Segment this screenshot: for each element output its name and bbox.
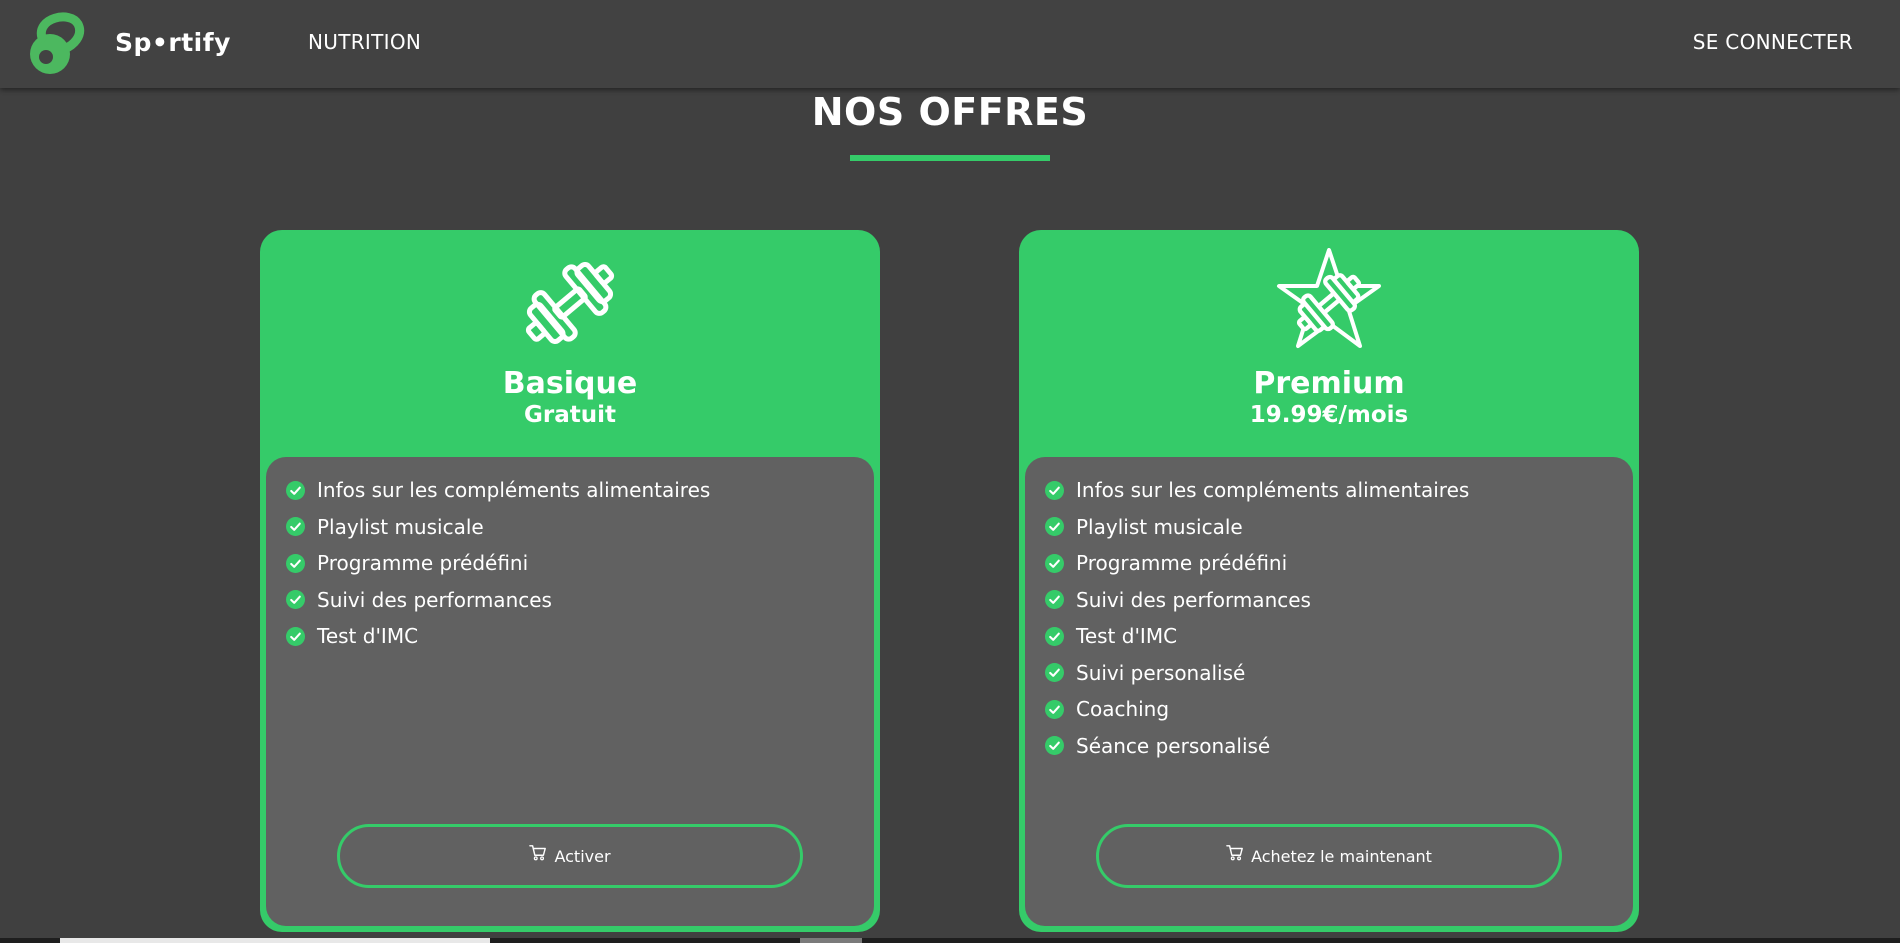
list-item: Playlist musicale — [1045, 509, 1469, 546]
check-circle-icon — [286, 480, 305, 500]
offer-price: 19.99€/mois — [1249, 402, 1409, 428]
check-circle-icon — [1045, 590, 1064, 610]
nav-link-nutrition[interactable]: NUTRITION — [308, 30, 421, 54]
check-circle-icon — [1045, 517, 1064, 537]
check-circle-icon — [286, 590, 305, 610]
cart-icon — [1226, 845, 1243, 861]
list-item: Programme prédéfini — [286, 545, 710, 582]
check-circle-icon — [1045, 663, 1064, 683]
list-item: Suivi des performances — [1045, 582, 1469, 619]
list-item: Programme prédéfini — [1045, 545, 1469, 582]
feature-label: Infos sur les compléments alimentaires — [317, 478, 711, 503]
list-item: Test d'IMC — [286, 618, 710, 655]
feature-label: Test d'IMC — [1076, 624, 1178, 649]
offer-name: Premium — [1253, 366, 1405, 401]
page-title: NOS OFFRES — [811, 90, 1089, 134]
check-circle-icon — [286, 553, 305, 573]
offer-card-basic: Basique Gratuit Infos sur les complément… — [260, 230, 880, 932]
cart-icon — [529, 845, 547, 861]
offer-features-panel: Infos sur les compléments alimentaires P… — [266, 457, 874, 926]
feature-label: Playlist musicale — [1076, 514, 1243, 539]
feature-label: Programme prédéfini — [1076, 551, 1288, 576]
buy-now-button[interactable]: Achetez le maintenant — [1096, 824, 1562, 888]
login-link[interactable]: SE CONNECTER — [1693, 30, 1853, 54]
feature-label: Suivi des performances — [1076, 587, 1311, 612]
check-circle-icon — [1045, 736, 1064, 756]
dumbbell-icon — [525, 262, 615, 344]
feature-label: Test d'IMC — [317, 624, 419, 649]
check-circle-icon — [286, 517, 305, 537]
feature-label: Séance personalisé — [1076, 733, 1271, 758]
feature-label: Suivi des performances — [317, 587, 552, 612]
brand-logo-text[interactable]: Sp•rtify — [115, 28, 231, 57]
scrollbar-segment — [800, 938, 862, 943]
check-circle-icon — [1045, 480, 1064, 500]
feature-label: Infos sur les compléments alimentaires — [1076, 478, 1470, 503]
list-item: Test d'IMC — [1045, 618, 1469, 655]
feature-list: Infos sur les compléments alimentaires P… — [286, 472, 710, 655]
button-label: Activer — [554, 846, 611, 866]
offer-features-panel: Infos sur les compléments alimentaires P… — [1025, 457, 1633, 926]
list-item: Infos sur les compléments alimentaires — [286, 472, 710, 509]
list-item: Suivi personalisé — [1045, 655, 1469, 692]
top-navbar: Sp•rtify NUTRITION SE CONNECTER — [0, 0, 1900, 88]
list-item: Playlist musicale — [286, 509, 710, 546]
horizontal-scrollbar-thumb[interactable] — [60, 938, 490, 943]
title-underline-divider — [850, 155, 1050, 161]
check-circle-icon — [1045, 699, 1064, 719]
feature-label: Coaching — [1076, 697, 1170, 722]
list-item: Suivi des performances — [286, 582, 710, 619]
feature-list: Infos sur les compléments alimentaires P… — [1045, 472, 1469, 764]
star-dumbbell-icon — [1277, 248, 1381, 348]
check-circle-icon — [1045, 553, 1064, 573]
offer-name: Basique — [502, 366, 638, 401]
feature-label: Programme prédéfini — [317, 551, 529, 576]
feature-label: Suivi personalisé — [1076, 660, 1246, 685]
activate-button[interactable]: Activer — [337, 824, 803, 888]
kettlebell-logo-icon[interactable] — [22, 10, 86, 78]
offer-card-premium: Premium 19.99€/mois Infos sur les complé… — [1019, 230, 1639, 932]
check-circle-icon — [1045, 626, 1064, 646]
list-item: Séance personalisé — [1045, 728, 1469, 765]
button-label: Achetez le maintenant — [1251, 846, 1432, 866]
offer-price: Gratuit — [524, 402, 616, 428]
list-item: Infos sur les compléments alimentaires — [1045, 472, 1469, 509]
list-item: Coaching — [1045, 691, 1469, 728]
feature-label: Playlist musicale — [317, 514, 484, 539]
check-circle-icon — [286, 626, 305, 646]
